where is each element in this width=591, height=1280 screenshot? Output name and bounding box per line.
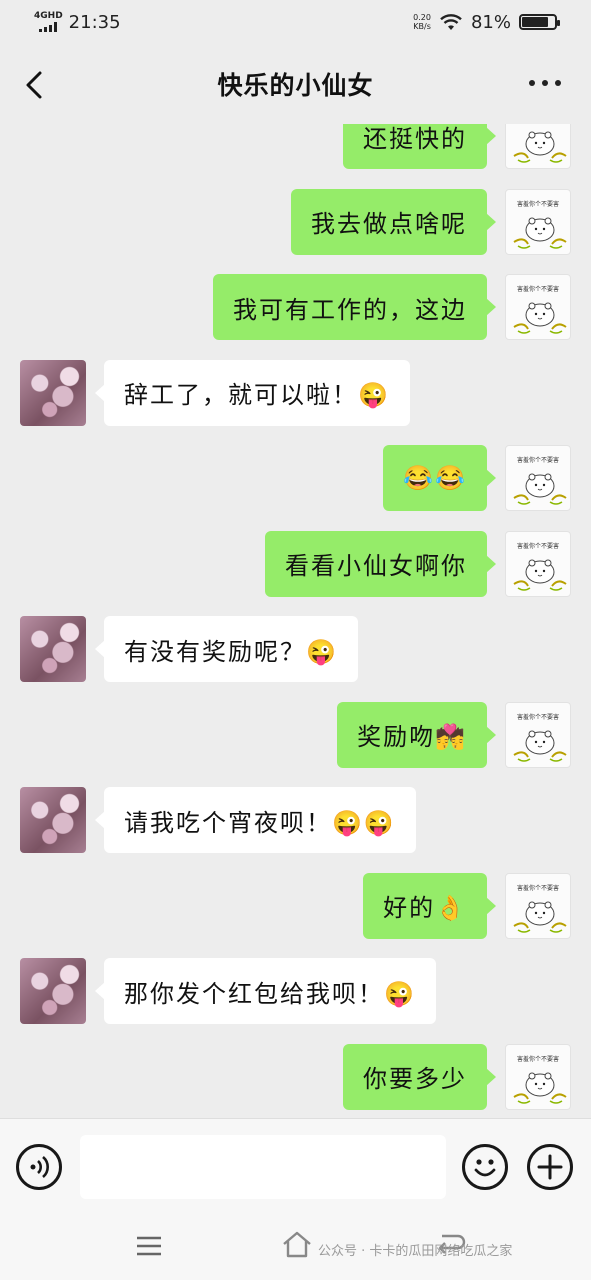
- avatar-caption: 害羞你个不要害: [516, 1055, 559, 1063]
- bear-sticker-icon: [513, 1072, 567, 1104]
- avatar-caption: 害羞你个不要害: [516, 286, 559, 293]
- my-avatar[interactable]: 害羞你个不要害: [505, 188, 571, 255]
- bear-sticker-icon: [513, 217, 567, 249]
- bear-sticker-icon: [513, 473, 567, 505]
- my-avatar[interactable]: 害羞你个不要害: [505, 445, 571, 511]
- message-bubble[interactable]: 我可有工作的，这边: [213, 274, 496, 340]
- message-bubble[interactable]: 有没有奖励呢？😜: [95, 616, 358, 682]
- chat-title: 快乐的小仙女: [217, 71, 374, 100]
- outgoing-message: 害羞你个不要害 好的👌: [0, 872, 591, 939]
- more-dots-icon[interactable]: [529, 80, 561, 86]
- avatar-caption: 害羞你个不要害: [516, 713, 559, 721]
- my-avatar[interactable]: 害羞你个不要害: [505, 701, 571, 768]
- outgoing-message: 害羞你个不要害 我可有工作的，这边: [0, 274, 591, 340]
- message-bubble[interactable]: 好的👌: [363, 872, 496, 939]
- contact-avatar[interactable]: [20, 958, 86, 1024]
- message-input[interactable]: [80, 1135, 446, 1199]
- message-bubble[interactable]: 奖励吻💏: [337, 701, 496, 768]
- message-bubble[interactable]: 看看小仙女啊你: [265, 530, 496, 597]
- battery-icon: [519, 14, 560, 30]
- incoming-message: 请我吃个宵夜呗！😜😜: [0, 787, 591, 853]
- my-avatar[interactable]: 害羞你个不要害: [505, 1043, 571, 1110]
- system-nav-bar: 公众号 · 卡卡的瓜田网络吃瓜之家: [0, 1214, 591, 1280]
- bear-sticker-icon: [513, 730, 567, 762]
- battery-percent: 81%: [470, 11, 511, 33]
- message-bubble[interactable]: 我去做点啥呢: [291, 188, 496, 255]
- input-bar: [0, 1118, 591, 1214]
- outgoing-message: 害羞你个不要害 😂😂: [0, 445, 591, 511]
- message-bubble[interactable]: 那你发个红包给我呗！😜: [95, 958, 436, 1024]
- outgoing-message: 害羞你个不要害还挺快的: [0, 124, 591, 169]
- avatar-caption: 害羞你个不要害: [516, 542, 559, 550]
- chevron-left-icon[interactable]: [22, 68, 52, 102]
- incoming-message: 辞工了，就可以啦！😜: [0, 359, 591, 426]
- incoming-message: 那你发个红包给我呗！😜: [0, 958, 591, 1024]
- message-bubble[interactable]: 辞工了，就可以啦！😜: [95, 359, 410, 426]
- plus-button[interactable]: [527, 1144, 573, 1190]
- chat-area[interactable]: 害羞你个不要害还挺快的害羞你个不要害我去做点啥呢害羞你个不要害我可有工作的，这边…: [0, 124, 591, 1118]
- title-bar: 快乐的小仙女: [0, 44, 591, 124]
- plus-icon: [537, 1154, 563, 1180]
- wifi-icon: [440, 14, 462, 30]
- network-type: 4GHD: [34, 11, 63, 21]
- watermark: 公众号 · 卡卡的瓜田网络吃瓜之家: [318, 1244, 513, 1259]
- incoming-message: 有没有奖励呢？😜: [0, 616, 591, 682]
- clock: 21:35: [68, 11, 121, 33]
- message-bubble[interactable]: 😂😂: [383, 445, 496, 511]
- status-left: 4GHD 21:35: [34, 12, 121, 33]
- signal-icon: [39, 22, 58, 32]
- my-avatar[interactable]: 害羞你个不要害: [505, 872, 571, 939]
- contact-avatar[interactable]: [20, 616, 86, 682]
- contact-avatar[interactable]: [20, 787, 86, 853]
- voice-button[interactable]: [16, 1144, 62, 1190]
- my-avatar[interactable]: 害羞你个不要害: [505, 530, 571, 597]
- avatar-caption: 害羞你个不要害: [516, 457, 559, 464]
- menu-icon[interactable]: [135, 1234, 163, 1258]
- outgoing-message: 害羞你个不要害 我去做点啥呢: [0, 188, 591, 255]
- avatar-caption: 害羞你个不要害: [516, 200, 559, 208]
- message-bubble[interactable]: 请我吃个宵夜呗！😜😜: [95, 787, 416, 853]
- outgoing-message: 害羞你个不要害 看看小仙女啊你: [0, 530, 591, 597]
- avatar-caption: 害羞你个不要害: [516, 884, 559, 892]
- emoji-button[interactable]: [462, 1144, 508, 1190]
- voice-icon: [30, 1156, 49, 1178]
- my-avatar[interactable]: 害羞你个不要害: [505, 124, 571, 169]
- bear-sticker-icon: [513, 901, 567, 933]
- bear-sticker-icon: [513, 131, 567, 163]
- home-icon[interactable]: [280, 1228, 314, 1260]
- emoji-face-icon: [474, 1159, 496, 1177]
- message-bubble[interactable]: 还挺快的: [343, 124, 496, 169]
- contact-avatar[interactable]: [20, 359, 86, 426]
- status-right: 0.20 KB/s 81%: [413, 11, 560, 33]
- message-bubble[interactable]: 你要多少: [343, 1043, 496, 1110]
- net-speed: 0.20 KB/s: [413, 13, 431, 31]
- bear-sticker-icon: [513, 302, 567, 334]
- outgoing-message: 害羞你个不要害 你要多少: [0, 1043, 591, 1110]
- network-indicator: 4GHD: [34, 12, 63, 32]
- my-avatar[interactable]: 害羞你个不要害: [505, 274, 571, 340]
- status-bar: 4GHD 21:35 0.20 KB/s 81%: [0, 0, 591, 44]
- outgoing-message: 害羞你个不要害 奖励吻💏: [0, 701, 591, 768]
- bear-sticker-icon: [513, 559, 567, 591]
